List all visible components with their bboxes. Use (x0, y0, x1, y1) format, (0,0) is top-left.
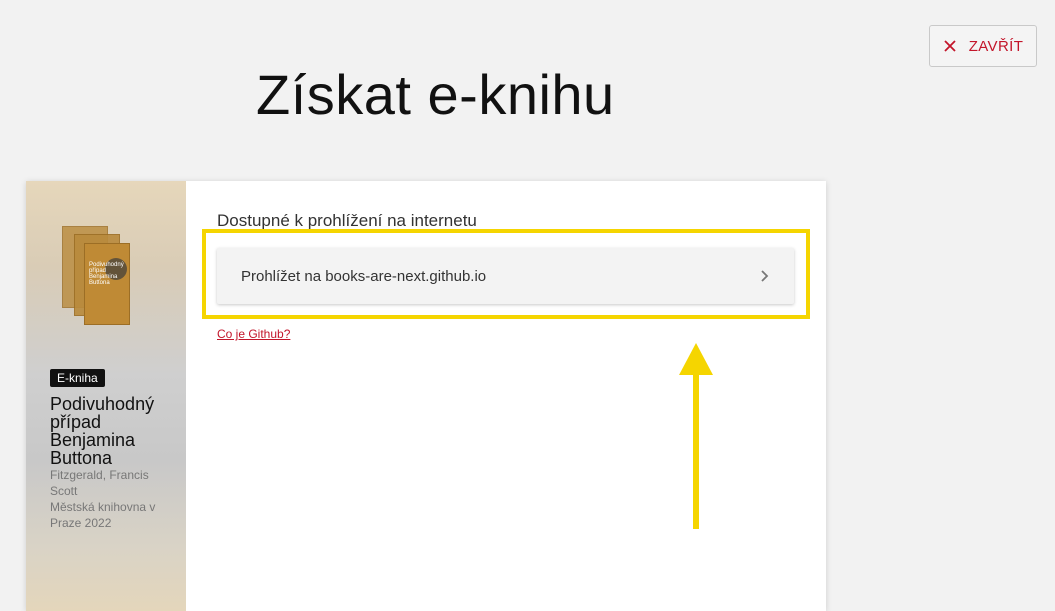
book-info-panel: Podivuhodný případ Benjamina Buttona E-k… (26, 181, 186, 611)
chevron-right-icon (761, 270, 769, 282)
close-icon (944, 40, 956, 52)
close-button[interactable]: ZAVŘÍT (929, 25, 1037, 67)
format-badge: E-kniha (50, 369, 105, 387)
cover-title: Podivuhodný případ Benjamina Buttona (89, 262, 124, 286)
book-title: Podivuhodný případ Benjamina Buttona (50, 394, 155, 468)
page-title: Získat e-knihu (256, 63, 615, 126)
book-cover-image: Podivuhodný případ Benjamina Buttona (62, 226, 132, 325)
browse-online-button[interactable]: Prohlížet na books-are-next.github.io (217, 248, 794, 304)
close-label: ZAVŘÍT (968, 37, 1024, 55)
book-publisher: Městská knihovna v Praze 2022 (50, 500, 156, 530)
book-author: Fitzgerald, Francis Scott (50, 468, 149, 498)
arrow-up-annotation (679, 343, 713, 529)
cover-front: Podivuhodný případ Benjamina Buttona (84, 243, 130, 325)
browse-online-label: Prohlížet na books-are-next.github.io (241, 267, 487, 285)
availability-heading: Dostupné k prohlížení na internetu (217, 211, 477, 230)
what-is-github-link[interactable]: Co je Github? (217, 327, 290, 341)
